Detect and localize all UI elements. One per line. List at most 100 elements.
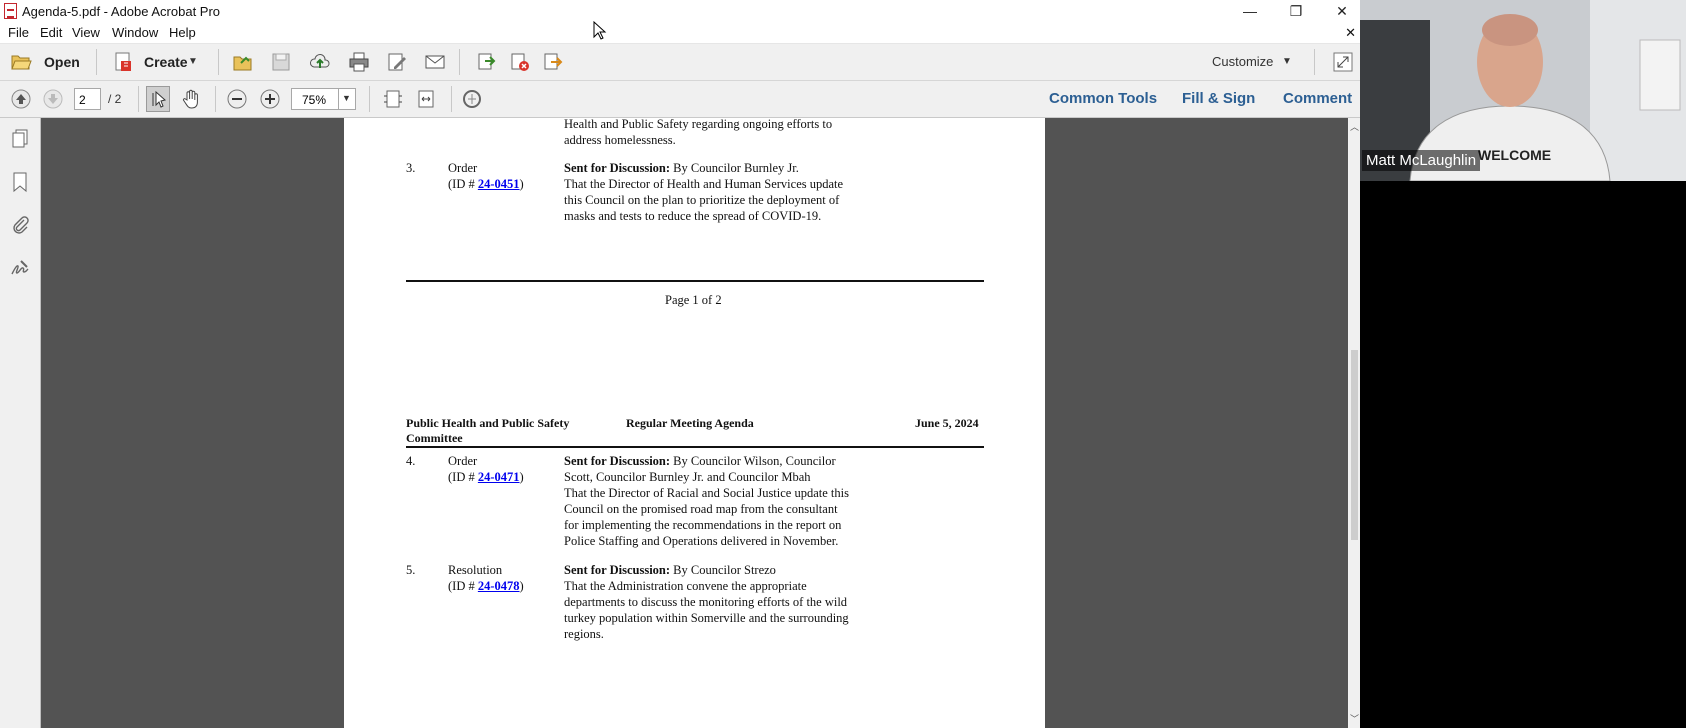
item-3-sponsor: By Councilor Burnley Jr. (670, 161, 799, 175)
insert-page-icon[interactable] (475, 51, 497, 73)
participant-video: WELCOME Matt McLaughlin (1360, 0, 1686, 181)
edit-document-icon[interactable] (386, 51, 408, 73)
toolbar-divider (451, 86, 452, 112)
item-4-text-line: for implementing the recommendations in … (564, 518, 842, 532)
chevron-down-icon: ▼ (188, 56, 198, 67)
menu-file[interactable]: File (8, 25, 29, 40)
open-label: Open (44, 54, 80, 70)
item-4-sponsor: By Councilor Wilson, Councilor (670, 454, 836, 468)
fit-width-icon[interactable] (415, 88, 437, 110)
chevron-down-icon: ▼ (342, 93, 351, 103)
svg-text:WELCOME: WELCOME (1478, 147, 1551, 163)
chevron-down-icon: ▼ (1282, 56, 1292, 67)
item-5-number: 5. (406, 563, 416, 577)
zoom-out-icon[interactable] (226, 88, 248, 110)
bookmarks-icon[interactable] (9, 171, 31, 193)
delete-page-icon[interactable] (509, 51, 531, 73)
item-5-text-line: That the Administration convene the appr… (564, 579, 807, 593)
menu-help[interactable]: Help (169, 25, 196, 40)
zoom-dropdown[interactable]: ▼ (338, 88, 356, 110)
menu-window[interactable]: Window (112, 25, 158, 40)
acrobat-window: Agenda-5.pdf - Adobe Acrobat Pro — ❐ ✕ F… (0, 0, 1360, 728)
previous-page-icon[interactable] (10, 88, 32, 110)
item-5-id-link[interactable]: 24-0478 (478, 579, 520, 593)
save-icon[interactable] (270, 51, 292, 73)
common-tools-link[interactable]: Common Tools (1049, 90, 1157, 107)
zoom-level-input[interactable]: 75% (291, 88, 339, 110)
item-5-status: Sent for Discussion: (564, 563, 671, 577)
scrollbar-thumb[interactable] (1351, 350, 1358, 540)
extract-page-icon[interactable] (542, 51, 564, 73)
id-suffix: ) (519, 579, 524, 593)
toolbar-divider (215, 86, 216, 112)
email-icon[interactable] (424, 51, 446, 73)
share-folder-icon[interactable] (232, 51, 254, 73)
title-bar: Agenda-5.pdf - Adobe Acrobat Pro — ❐ ✕ (0, 0, 1360, 23)
page-header-title: Regular Meeting Agenda (626, 416, 754, 430)
menu-view[interactable]: View (72, 25, 100, 40)
item-4-text-line: That the Director of Racial and Social J… (564, 486, 849, 500)
scroll-up-icon[interactable]: ︿ (1350, 120, 1359, 133)
create-button[interactable]: Create ▼ (110, 50, 202, 74)
open-button[interactable]: Open (8, 50, 83, 74)
close-button[interactable]: ✕ (1319, 0, 1360, 23)
cloud-upload-icon[interactable] (309, 51, 331, 73)
item-4-number: 4. (406, 454, 416, 468)
page-thumbnails-icon[interactable] (9, 128, 31, 150)
page-number-input[interactable]: 2 (74, 88, 101, 110)
window-title: Agenda-5.pdf - Adobe Acrobat Pro (22, 4, 221, 19)
signatures-icon[interactable] (9, 257, 31, 279)
fullscreen-icon[interactable] (1332, 51, 1354, 73)
item-5-type: Resolution (448, 563, 503, 577)
create-pdf-icon (115, 52, 131, 71)
create-label: Create (144, 54, 188, 70)
id-prefix: (ID # (448, 579, 478, 593)
item-3-heading: Sent for Discussion: By Councilor Burnle… (564, 161, 799, 176)
page-header-date: June 5, 2024 (915, 416, 979, 430)
customize-menu[interactable]: Customize (1212, 54, 1273, 69)
id-suffix: ) (519, 177, 524, 191)
footer-rule (406, 280, 984, 282)
document-view[interactable]: Health and Public Safety regarding ongoi… (41, 118, 1348, 728)
read-mode-icon[interactable] (461, 88, 483, 110)
zoom-in-icon[interactable] (259, 88, 281, 110)
item-5-sponsor: By Councilor Strezo (670, 563, 776, 577)
item-5-text-line: turkey population within Somerville and … (564, 611, 849, 625)
item-3-id-link[interactable]: 24-0451 (478, 177, 520, 191)
hand-tool-icon[interactable] (180, 88, 202, 110)
item-2-text-line: address homelessness. (564, 133, 676, 147)
item-3-id: (ID # 24-0451) (448, 177, 524, 192)
header-rule (406, 446, 984, 448)
fit-page-icon[interactable] (382, 88, 404, 110)
print-icon[interactable] (348, 51, 370, 73)
item-4-id-link[interactable]: 24-0471 (478, 470, 520, 484)
item-5-id: (ID # 24-0478) (448, 579, 524, 594)
toolbar-divider (459, 49, 460, 75)
item-3-text-line: masks and tests to reduce the spread of … (564, 209, 822, 223)
comment-link[interactable]: Comment (1283, 90, 1352, 107)
item-4-heading: Sent for Discussion: By Councilor Wilson… (564, 454, 836, 469)
select-tool-button[interactable] (146, 86, 170, 112)
fill-sign-link[interactable]: Fill & Sign (1182, 90, 1255, 107)
main-toolbar: Open Create ▼ Customize ▼ (0, 44, 1360, 81)
pdf-file-icon (4, 3, 17, 19)
id-prefix: (ID # (448, 470, 478, 484)
navigation-toolbar: 2 / 2 75% ▼ Common Tools Fill & Sign Com… (0, 81, 1360, 118)
page-footer: Page 1 of 2 (665, 293, 722, 307)
id-prefix: (ID # (448, 177, 478, 191)
menu-edit[interactable]: Edit (40, 25, 62, 40)
toolbar-divider (218, 49, 219, 75)
toolbar-divider (138, 86, 139, 112)
menu-close-icon[interactable]: ✕ (1345, 25, 1356, 41)
maximize-button[interactable]: ❐ (1273, 0, 1319, 23)
scroll-down-icon[interactable]: ﹀ (1350, 712, 1359, 725)
item-3-status: Sent for Discussion: (564, 161, 671, 175)
mouse-cursor-icon (593, 21, 607, 40)
vertical-scrollbar[interactable]: ︿ ﹀ (1349, 118, 1360, 728)
folder-open-icon (11, 55, 32, 70)
attachments-icon[interactable] (9, 214, 31, 236)
next-page-icon[interactable] (42, 88, 64, 110)
toolbar-divider (1314, 49, 1315, 75)
item-3-text-line: this Council on the plan to prioritize t… (564, 193, 840, 207)
minimize-button[interactable]: — (1227, 0, 1273, 23)
